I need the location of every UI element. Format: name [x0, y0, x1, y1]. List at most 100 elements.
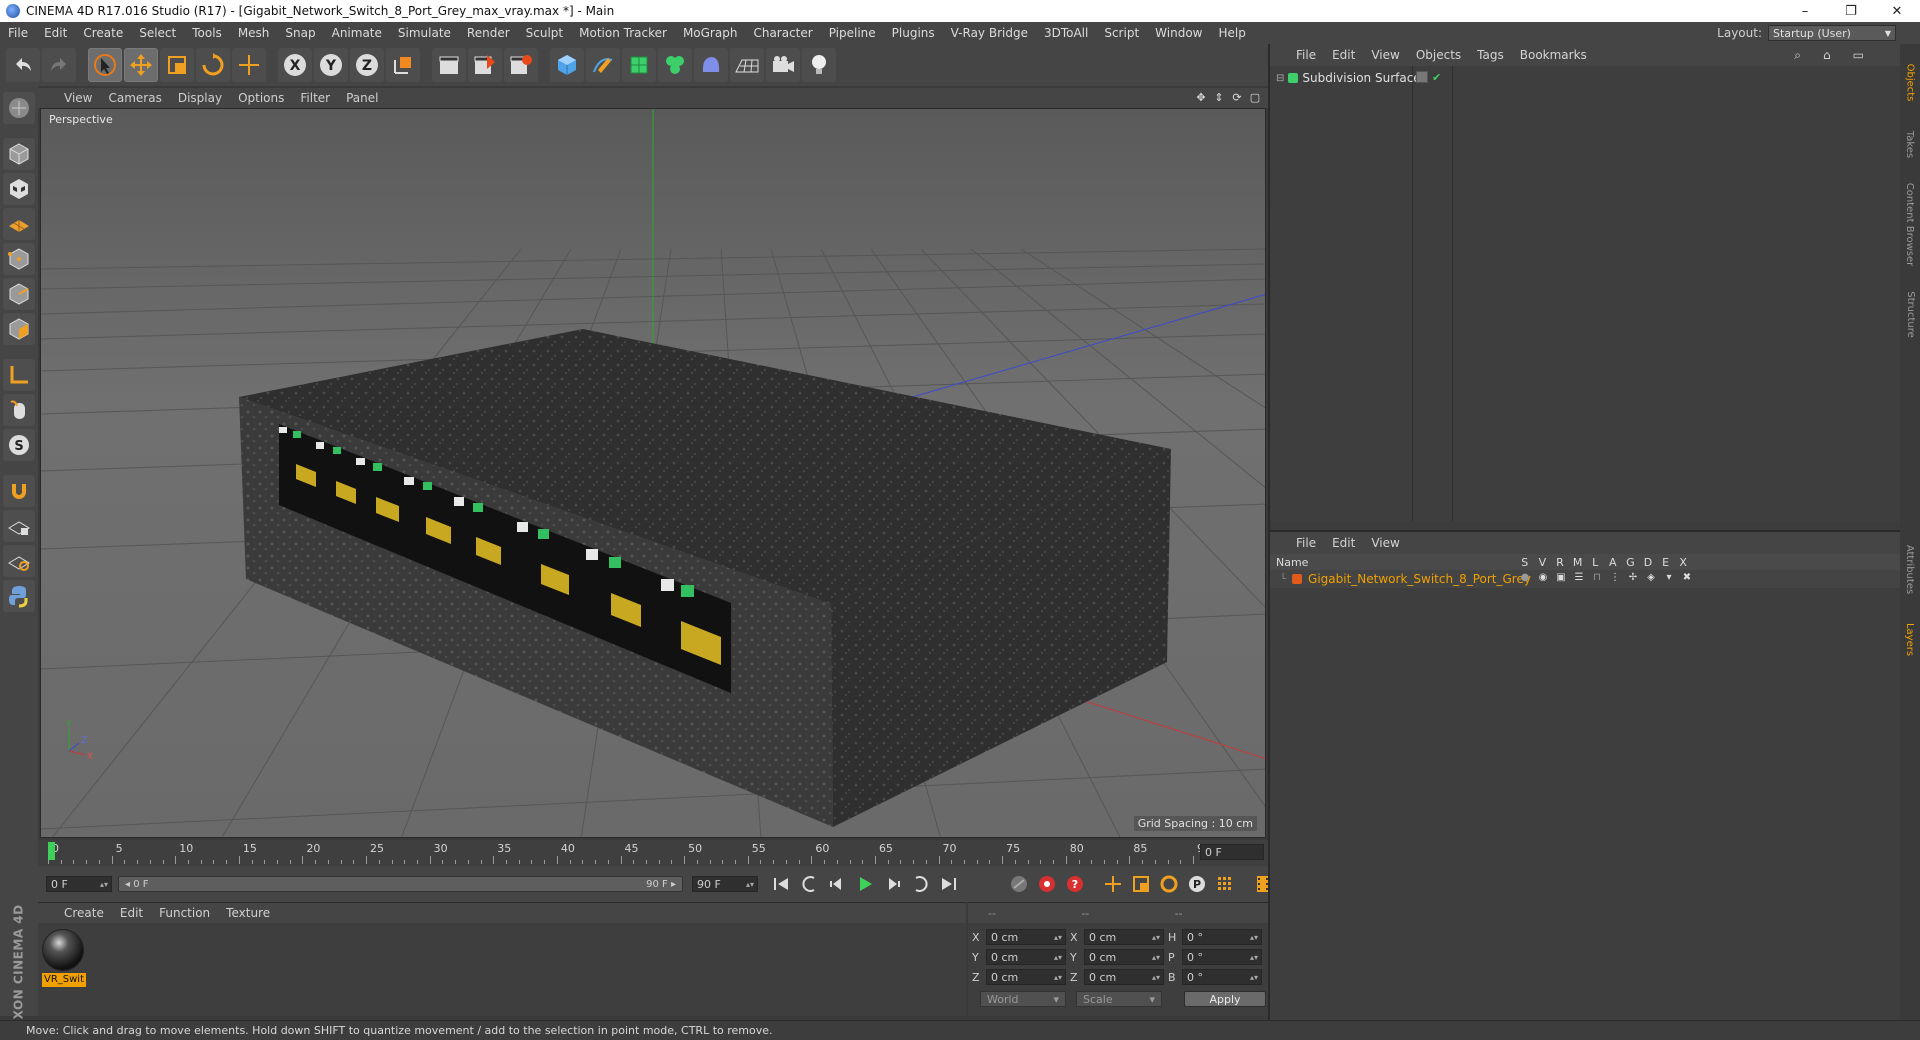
menu-create[interactable]: Create: [75, 26, 131, 40]
add-floor-button[interactable]: [730, 48, 764, 82]
menu-edit[interactable]: Edit: [36, 26, 75, 40]
render-icon[interactable]: ▣: [1552, 572, 1570, 583]
dolly-icon[interactable]: ⇕: [1212, 90, 1226, 104]
expression-icon[interactable]: ▾: [1660, 572, 1678, 583]
perspective-viewport[interactable]: Y Z X Perspective Grid Spacing : 10 cm: [40, 108, 1266, 838]
max-frame-field[interactable]: 90 F ▴▾: [692, 876, 758, 892]
add-spline-pen-button[interactable]: [586, 48, 620, 82]
size-mode-select[interactable]: Scale ▾: [1076, 991, 1162, 1007]
autokeying-button[interactable]: ?: [1062, 871, 1088, 897]
menu-render[interactable]: Render: [459, 26, 518, 40]
material-menu-texture[interactable]: Texture: [218, 906, 278, 920]
record-keys-button[interactable]: [1034, 871, 1060, 897]
close-button[interactable]: ✕: [1874, 0, 1920, 22]
maximize-button[interactable]: ❐: [1828, 0, 1874, 22]
object-menu-objects[interactable]: Objects: [1408, 48, 1469, 62]
menu-select[interactable]: Select: [131, 26, 184, 40]
edges-mode-button[interactable]: [3, 278, 35, 310]
points-mode-button[interactable]: [3, 243, 35, 275]
layer-col-solo[interactable]: S: [1516, 556, 1534, 569]
edit-visibility-icon[interactable]: [1416, 71, 1428, 83]
lock-icon[interactable]: ⊓: [1588, 572, 1606, 583]
tab-takes[interactable]: Takes: [1902, 124, 1918, 164]
model-mode-button[interactable]: [3, 138, 35, 170]
play-forward-button[interactable]: [852, 871, 878, 897]
timeline-playhead[interactable]: [48, 842, 55, 860]
search-icon[interactable]: ⌕: [1786, 48, 1809, 63]
manager-icon[interactable]: ☰: [1570, 572, 1588, 583]
add-camera-button[interactable]: [766, 48, 800, 82]
motion-path-button[interactable]: [1006, 871, 1032, 897]
key-position-button[interactable]: [1100, 871, 1126, 897]
minimize-button[interactable]: –: [1782, 0, 1828, 22]
axis-mode-button[interactable]: [3, 359, 35, 391]
previous-frame-button[interactable]: [824, 871, 850, 897]
size-z-field[interactable]: 0 cm ▴▾: [1084, 969, 1164, 985]
edit-render-settings-button[interactable]: [504, 48, 538, 82]
tab-objects[interactable]: Objects: [1902, 52, 1918, 112]
object-row-subdivision-surface[interactable]: ⊟ Subdivision Surface: [1276, 70, 1421, 86]
layer-col-deformers[interactable]: D: [1639, 556, 1657, 569]
rotation-p-field[interactable]: 0 ° ▴▾: [1182, 949, 1262, 965]
menu-animate[interactable]: Animate: [324, 26, 390, 40]
layer-col-locked[interactable]: L: [1586, 556, 1604, 569]
move-tool-button[interactable]: [124, 48, 158, 82]
animation-icon[interactable]: ⋮: [1606, 572, 1624, 583]
tab-structure[interactable]: Structure: [1902, 284, 1918, 344]
position-y-field[interactable]: 0 cm ▴▾: [986, 949, 1066, 965]
previous-key-button[interactable]: [796, 871, 822, 897]
tweak-mode-button[interactable]: [3, 394, 35, 426]
object-menu-edit[interactable]: Edit: [1324, 48, 1363, 62]
layer-row[interactable]: └ Gigabit_Network_Switch_8_Port_Grey ● ◉…: [1270, 570, 1902, 588]
viewport-menu-display[interactable]: Display: [170, 91, 230, 105]
object-menu-view[interactable]: View: [1363, 48, 1407, 62]
menu-help[interactable]: Help: [1210, 26, 1253, 40]
workplane-rotate-button[interactable]: [3, 545, 35, 577]
live-selection-button[interactable]: [88, 48, 122, 82]
add-subdivision-button[interactable]: [622, 48, 656, 82]
menu-character[interactable]: Character: [745, 26, 820, 40]
menu-snap[interactable]: Snap: [277, 26, 323, 40]
key-parameter-button[interactable]: P: [1184, 871, 1210, 897]
add-light-button[interactable]: [802, 48, 836, 82]
menu-pipeline[interactable]: Pipeline: [821, 26, 884, 40]
menu-3dtoall[interactable]: 3DToAll: [1036, 26, 1096, 40]
key-scale-button[interactable]: [1128, 871, 1154, 897]
layer-menu-edit[interactable]: Edit: [1324, 536, 1363, 550]
layout-select[interactable]: Startup (User) ▼: [1768, 25, 1896, 41]
xref-icon[interactable]: ✖: [1678, 572, 1696, 583]
material-menu-edit[interactable]: Edit: [112, 906, 151, 920]
scale-tool-button[interactable]: [160, 48, 194, 82]
snapping-button[interactable]: S: [3, 429, 35, 461]
current-frame-field[interactable]: 0 F: [1200, 844, 1264, 860]
rotation-b-field[interactable]: 0 ° ▴▾: [1182, 969, 1262, 985]
add-cube-button[interactable]: [550, 48, 584, 82]
menu-sculpt[interactable]: Sculpt: [518, 26, 571, 40]
layer-color-swatch[interactable]: [1292, 574, 1303, 584]
tree-expand-icon[interactable]: ⊟: [1276, 73, 1284, 84]
menu-plugins[interactable]: Plugins: [884, 26, 943, 40]
layer-col-xref[interactable]: X: [1674, 556, 1692, 569]
key-rotation-button[interactable]: [1156, 871, 1182, 897]
material-menu-function[interactable]: Function: [151, 906, 218, 920]
z-axis-lock-button[interactable]: Z: [350, 48, 384, 82]
viewport-menu-view[interactable]: View: [56, 91, 100, 105]
viewport-menu-options[interactable]: Options: [230, 91, 292, 105]
tab-attributes[interactable]: Attributes: [1902, 534, 1918, 604]
menu-mesh[interactable]: Mesh: [230, 26, 278, 40]
layer-col-view[interactable]: V: [1534, 556, 1552, 569]
viewport-menu-cameras[interactable]: Cameras: [100, 91, 169, 105]
layer-col-manager[interactable]: M: [1569, 556, 1587, 569]
add-mograph-cloner-button[interactable]: [658, 48, 692, 82]
undo-button[interactable]: [6, 48, 40, 82]
tab-content-browser[interactable]: Content Browser: [1902, 174, 1918, 274]
rotate-tool-button[interactable]: [196, 48, 230, 82]
layer-col-expressions[interactable]: E: [1657, 556, 1675, 569]
coordinate-mode-select[interactable]: World ▾: [980, 991, 1066, 1007]
timeline-ruler[interactable]: 051015202530354045505560657075808590 0 F: [38, 840, 1268, 866]
deformer-flag-icon[interactable]: ◈: [1642, 572, 1660, 583]
orbit-icon[interactable]: ⟳: [1230, 90, 1244, 104]
menu-file[interactable]: File: [0, 26, 36, 40]
render-picture-viewer-button[interactable]: [468, 48, 502, 82]
texture-mode-button[interactable]: [3, 173, 35, 205]
